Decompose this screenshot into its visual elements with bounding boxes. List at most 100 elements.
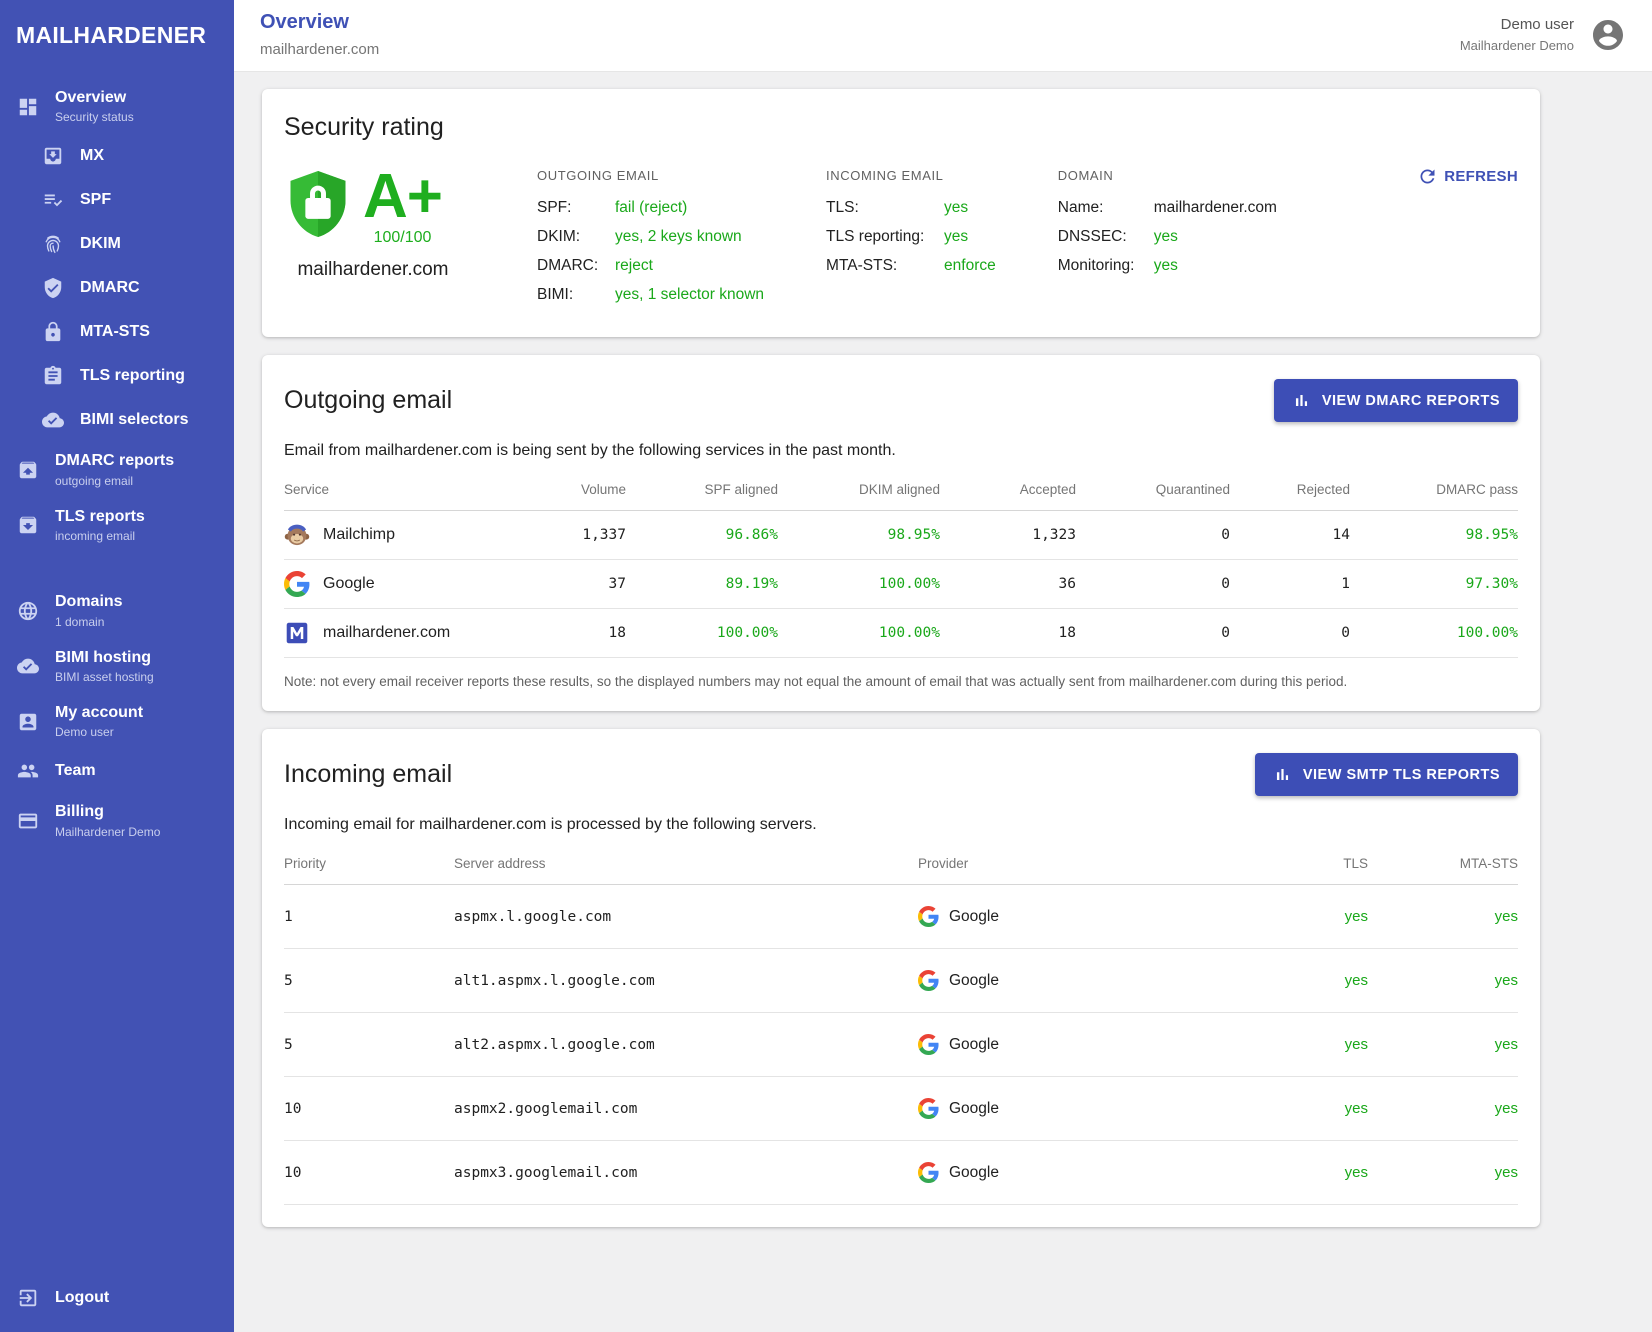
cell-spf-aligned: 100.00% [626, 609, 778, 658]
col-header-spf-aligned: SPF aligned [626, 470, 778, 511]
google-icon [918, 1162, 939, 1183]
rating-sections: OUTGOING EMAILSPF:fail (reject)DKIM:yes,… [537, 168, 1339, 315]
sidebar-item-label: DMARC [80, 279, 140, 297]
sidebar-item-dkim[interactable]: DKIM [0, 222, 234, 266]
cell-volume: 18 [496, 609, 626, 658]
sidebar-item-label: MTA-STS [80, 323, 150, 341]
cell-accepted: 18 [940, 609, 1076, 658]
col-header-service: Service [284, 470, 496, 511]
view-smtp-tls-reports-button[interactable]: VIEW SMTP TLS REPORTS [1255, 753, 1518, 796]
sidebar-item-label: Overview [55, 89, 134, 107]
security-shield-icon [285, 168, 351, 245]
sidebar-item-team[interactable]: Team [0, 749, 234, 793]
section-row-value: enforce [944, 257, 996, 275]
cell-spf-aligned: 96.86% [626, 511, 778, 560]
cell-service: Google [284, 560, 496, 609]
sidebar-item-label: DKIM [80, 235, 121, 253]
col-header-dmarc-pass: DMARC pass [1350, 470, 1518, 511]
sidebar-item-tls-reports[interactable]: TLS reports incoming email [0, 498, 234, 553]
sidebar-item-sublabel: Mailhardener Demo [55, 825, 160, 839]
provider-name: Google [949, 908, 999, 926]
credit-card-icon [16, 809, 40, 833]
cell-server-address: aspmx2.googlemail.com [454, 1077, 918, 1141]
clipboard-icon [41, 364, 65, 388]
sidebar-item-label: TLS reports [55, 508, 145, 526]
col-header-dkim-aligned: DKIM aligned [778, 470, 940, 511]
lock-icon [41, 320, 65, 344]
rating-section-incoming-email: INCOMING EMAILTLS:yesTLS reporting:yesMT… [826, 168, 996, 315]
security-grade: A+ [363, 168, 442, 227]
sidebar-item-mx[interactable]: MX [0, 134, 234, 178]
section-row-label: BIMI: [537, 286, 615, 304]
section-row-label: Name: [1058, 199, 1154, 217]
sidebar-item-label: BIMI hosting [55, 649, 154, 667]
section-heading: DOMAIN [1058, 168, 1277, 183]
sidebar: MAILHARDENER OverviewSecurity statusMXSP… [0, 0, 234, 1332]
cell-priority: 1 [284, 885, 454, 949]
section-row-label: MTA-STS: [826, 257, 944, 275]
sidebar-item-label: Team [55, 762, 96, 780]
sidebar-item-domains[interactable]: Domains1 domain [0, 583, 234, 638]
sidebar-item-spf[interactable]: SPF [0, 178, 234, 222]
cell-priority: 5 [284, 1013, 454, 1077]
col-header-server-address: Server address [454, 844, 918, 885]
top-bar: Overview mailhardener.com Demo user Mail… [234, 0, 1652, 72]
mx-row: 1aspmx.l.google.comGoogleyesyes [284, 885, 1518, 949]
section-row-label: DNSSEC: [1058, 228, 1154, 246]
sidebar-item-label: Domains [55, 593, 123, 611]
cell-tls: yes [1238, 1077, 1368, 1141]
cell-priority: 10 [284, 1141, 454, 1205]
logout-icon [16, 1286, 40, 1310]
security-score: 100/100 [363, 229, 442, 247]
rating-domain: mailhardener.com [285, 259, 461, 281]
cell-accepted: 36 [940, 560, 1076, 609]
section-row-label: TLS: [826, 199, 944, 217]
sidebar-item-sublabel: incoming email [55, 529, 145, 543]
sidebar-item-overview[interactable]: OverviewSecurity status [0, 79, 234, 134]
cell-dmarc-pass: 97.30% [1350, 560, 1518, 609]
sidebar-item-mta-sts[interactable]: MTA-STS [0, 310, 234, 354]
mx-row: 10aspmx2.googlemail.comGoogleyesyes [284, 1077, 1518, 1141]
section-row: Monitoring:yes [1058, 257, 1277, 275]
provider-name: Google [949, 1100, 999, 1118]
sidebar-item-bimi-selectors[interactable]: BIMI selectors [0, 398, 234, 442]
outgoing-row: Google3789.19%100.00%360197.30% [284, 560, 1518, 609]
group-icon [16, 759, 40, 783]
refresh-button[interactable]: REFRESH [1417, 166, 1518, 187]
cell-priority: 5 [284, 949, 454, 1013]
sidebar-item-sublabel: BIMI asset hosting [55, 670, 154, 684]
user-box: Demo user Mailhardener Demo [1460, 16, 1626, 53]
section-row-value: mailhardener.com [1154, 199, 1277, 217]
security-rating-card: Security rating [262, 89, 1540, 337]
cell-dkim-aligned: 100.00% [778, 609, 940, 658]
incoming-email-card: Incoming email VIEW SMTP TLS REPORTS Inc… [262, 729, 1540, 1227]
section-row: TLS reporting:yes [826, 228, 996, 246]
sidebar-item-tls-reporting[interactable]: TLS reporting [0, 354, 234, 398]
sidebar-item-label: Billing [55, 803, 160, 821]
main-area: Overview mailhardener.com Demo user Mail… [234, 0, 1652, 1332]
section-row-value: yes [944, 199, 968, 217]
cell-provider: Google [918, 1077, 1238, 1141]
cell-rejected: 0 [1230, 609, 1350, 658]
sidebar-item-billing[interactable]: Billing Mailhardener Demo [0, 793, 234, 848]
sidebar-item-label: SPF [80, 191, 111, 209]
service-name: mailhardener.com [323, 624, 450, 642]
col-header-tls: TLS [1238, 844, 1368, 885]
sidebar-item-dmarc-reports[interactable]: DMARC reportsoutgoing email [0, 442, 234, 497]
sidebar-item-logout[interactable]: Logout [0, 1276, 234, 1320]
section-row: Name:mailhardener.com [1058, 199, 1277, 217]
sidebar-item-bimi-hosting[interactable]: BIMI hosting BIMI asset hosting [0, 639, 234, 694]
section-row: SPF:fail (reject) [537, 199, 764, 217]
box-arrow-up-icon [16, 458, 40, 482]
cell-tls: yes [1238, 885, 1368, 949]
section-row: TLS:yes [826, 199, 996, 217]
account-circle-icon[interactable] [1590, 17, 1626, 53]
view-dmarc-reports-button[interactable]: VIEW DMARC REPORTS [1274, 379, 1518, 422]
sidebar-item-dmarc[interactable]: DMARC [0, 266, 234, 310]
col-header-priority: Priority [284, 844, 454, 885]
sidebar-nav: OverviewSecurity statusMX SPF DKIM DMARC MTA… [0, 79, 234, 1276]
cell-service: Mailchimp [284, 511, 496, 560]
section-row-label: DKIM: [537, 228, 615, 246]
sidebar-item-my-account[interactable]: My accountDemo user [0, 694, 234, 749]
provider-name: Google [949, 972, 999, 990]
